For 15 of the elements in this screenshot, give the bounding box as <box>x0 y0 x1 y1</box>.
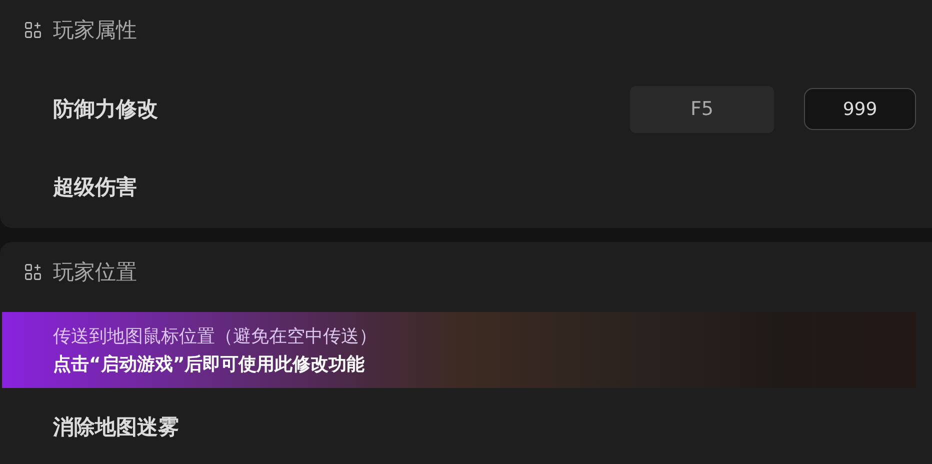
value-field[interactable]: 999 <box>804 88 916 130</box>
option-row[interactable]: 防御力修改 F5 999 <box>0 70 916 148</box>
option-hint: 点击“启动游戏”后即可使用此修改功能 <box>53 353 366 376</box>
apps-add-icon <box>25 22 41 38</box>
option-label: 传送到地图鼠标位置（避免在空中传送） <box>53 325 378 348</box>
option-label: 防御力修改 <box>53 96 159 123</box>
apps-add-icon <box>25 264 41 280</box>
option-label: 消除地图迷雾 <box>53 414 180 441</box>
section-title: 玩家属性 <box>53 17 137 44</box>
option-row[interactable]: 传送到地图鼠标位置（避免在空中传送） 点击“启动游戏”后即可使用此修改功能 <box>2 312 916 388</box>
hotkey-button[interactable]: F5 <box>630 86 774 132</box>
option-label: 超级伤害 <box>53 174 138 201</box>
section-title: 玩家位置 <box>53 259 137 286</box>
option-row[interactable]: 超级伤害 <box>0 148 916 226</box>
option-row[interactable]: 消除地图迷雾 <box>0 388 916 464</box>
